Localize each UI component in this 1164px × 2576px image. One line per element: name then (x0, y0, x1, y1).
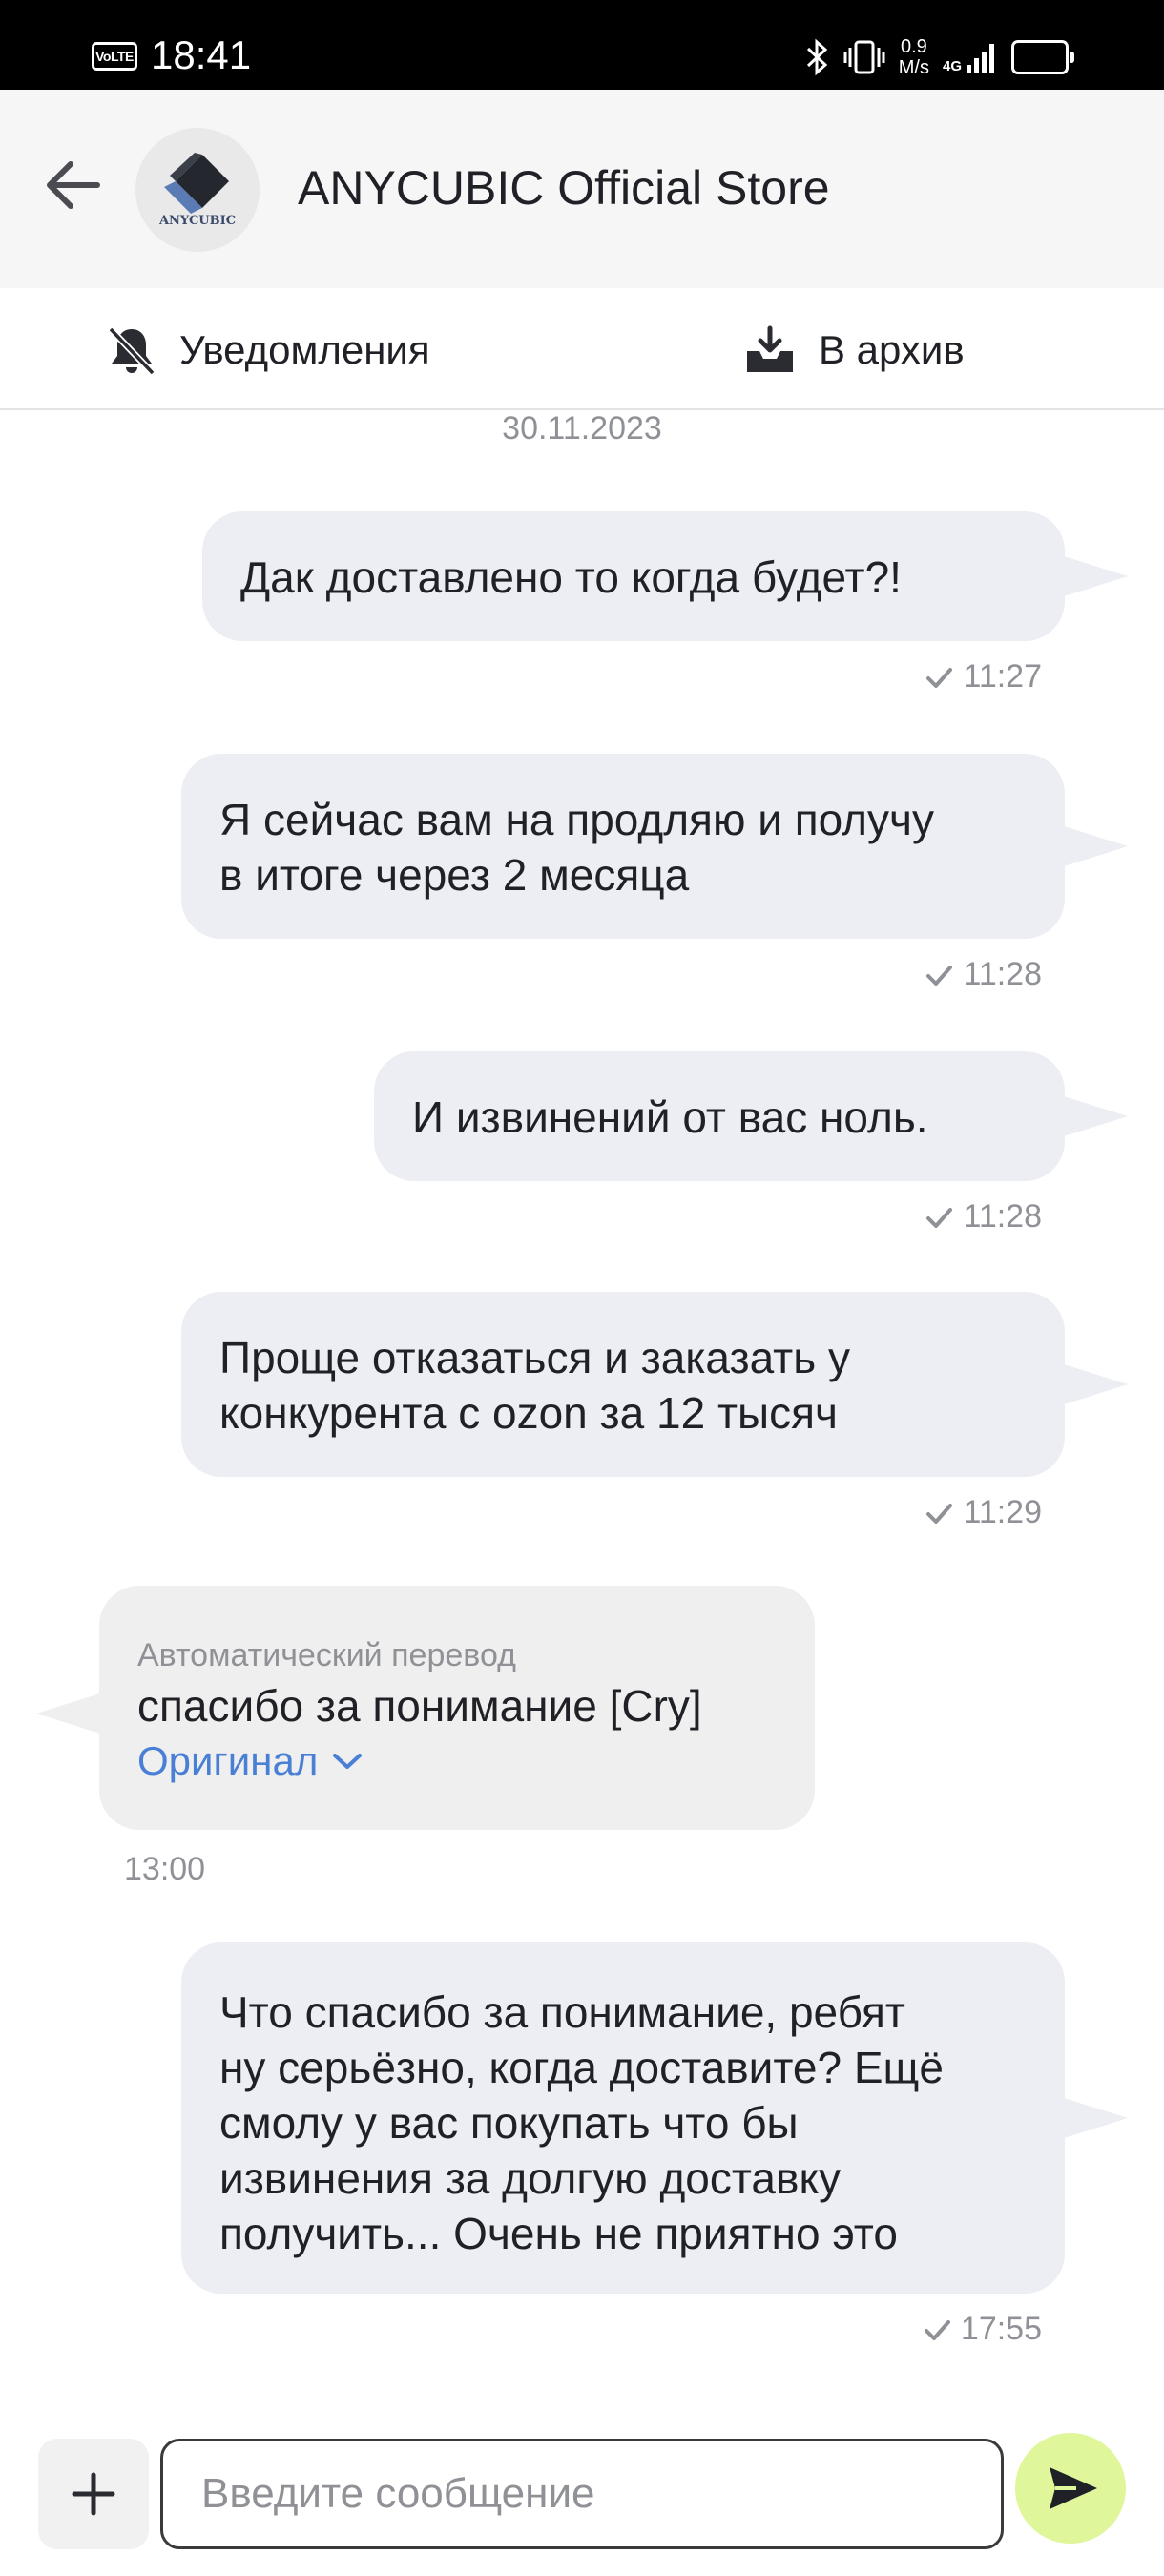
status-time: 18:41 (151, 32, 252, 77)
message-meta: 11:29 (925, 1494, 1042, 1531)
bubble-tail (36, 1693, 103, 1735)
store-name[interactable]: ANYCUBIC Official Store (298, 158, 830, 218)
outgoing-message[interactable]: Что спасибо за понимание, ребят ну серьё… (181, 1942, 1128, 2294)
message-text-line: Проще отказаться и заказать у (219, 1333, 850, 1382)
signal-icon (967, 44, 994, 73)
message-text-line: ну серьёзно, когда доставите? Ещё (219, 2043, 944, 2092)
sent-check-icon (926, 667, 953, 688)
signal-group: 4G (943, 40, 998, 74)
outgoing-message[interactable]: Проще отказаться и заказать у конкурента… (181, 1292, 1128, 1477)
message-time: 11:27 (963, 658, 1042, 695)
message-meta: 11:28 (925, 956, 1042, 993)
chevron-down-icon (333, 1754, 363, 1769)
volte-icon: VoLTE (92, 42, 137, 71)
message-time: 17:55 (960, 2311, 1042, 2347)
status-icons: 0.9 M/s 4G 33 (805, 31, 1074, 84)
archive-tray-icon (747, 325, 793, 372)
auto-translation-label: Автоматический перевод (137, 1637, 516, 1673)
status-bar: VoLTE 18:41 0.9 M/s 4G 33 (0, 0, 1164, 90)
message-meta: 11:28 (925, 1198, 1042, 1236)
attach-button[interactable] (38, 2439, 149, 2549)
store-avatar[interactable]: ANYCUBIC (135, 128, 260, 252)
speed-value: 0.9 (900, 36, 927, 57)
archive-label: В архив (819, 327, 965, 372)
bluetooth-icon (806, 38, 827, 76)
battery-icon: 33 (1011, 40, 1074, 74)
message-time: 13:00 (124, 1851, 206, 1887)
message-text-line: конкурента с ozon за 12 тысяч (219, 1388, 838, 1438)
speed-unit: M/s (898, 57, 929, 78)
show-original-link[interactable]: Оригинал (137, 1735, 777, 1788)
message-meta: 17:55 (923, 2311, 1042, 2348)
message-text-line: спасибо за понимание [Cry] (137, 1681, 702, 1731)
message-meta: 11:27 (925, 658, 1042, 696)
message-time: 11:28 (963, 1198, 1042, 1235)
chat-actions: Уведомления В архив (0, 288, 1164, 410)
anycubic-logo-icon (164, 153, 229, 214)
bubble-tail (1061, 1363, 1128, 1405)
send-button[interactable] (1015, 2433, 1126, 2544)
bubble-tail (1061, 555, 1128, 597)
battery-level: 33 (1028, 45, 1052, 69)
message-composer (0, 2423, 1164, 2576)
message-text-line: в итоге через 2 месяца (219, 850, 690, 900)
back-arrow-icon[interactable] (38, 151, 107, 219)
incoming-message[interactable]: Автоматический перевод спасибо за понима… (36, 1586, 815, 1830)
message-text-line: Что спасибо за понимание, ребят (219, 1987, 905, 2037)
message-time: 11:29 (963, 1494, 1042, 1530)
sent-check-icon (926, 1207, 953, 1228)
bubble-tail (1061, 2097, 1128, 2139)
network-type: 4G (942, 58, 962, 74)
sent-check-icon (926, 965, 953, 986)
original-label: Оригинал (137, 1738, 319, 1783)
message-text-line: И извинений от вас ноль. (412, 1092, 928, 1142)
bubble-tail (1061, 1095, 1128, 1137)
message-time: 11:28 (963, 956, 1042, 992)
message-text-line: извинения за долгую доставку (219, 2153, 842, 2203)
network-speed: 0.9 M/s (899, 36, 929, 78)
archive-button[interactable]: В архив (744, 317, 965, 384)
sent-check-icon (926, 1503, 953, 1524)
date-separator: 30.11.2023 (502, 410, 662, 447)
outgoing-message[interactable]: Я сейчас вам на продляю и получу в итоге… (181, 754, 1128, 939)
logo-text: ANYCUBIC (158, 214, 237, 228)
message-text-line: Я сейчас вам на продляю и получу (219, 795, 934, 844)
bell-off-icon (108, 326, 156, 376)
message-text-line: получить... Очень не приятно это (219, 2209, 898, 2258)
plus-icon (72, 2472, 115, 2516)
message-input[interactable] (160, 2439, 1004, 2549)
message-text-line: смолу у вас покупать что бы (219, 2098, 799, 2148)
bubble-tail (1061, 825, 1128, 867)
vibrate-icon (843, 40, 885, 74)
notifications-button[interactable]: Уведомления (107, 317, 430, 384)
notifications-label: Уведомления (179, 327, 430, 372)
outgoing-message[interactable]: Дак доставлено то когда будет?! (202, 511, 1128, 641)
chat-header: ANYCUBIC ANYCUBIC Official Store (0, 90, 1164, 288)
sent-check-icon (924, 2319, 950, 2340)
send-icon (1050, 2467, 1097, 2509)
outgoing-message[interactable]: И извинений от вас ноль. (374, 1051, 1128, 1181)
message-text-line: Дак доставлено то когда будет?! (240, 552, 902, 602)
